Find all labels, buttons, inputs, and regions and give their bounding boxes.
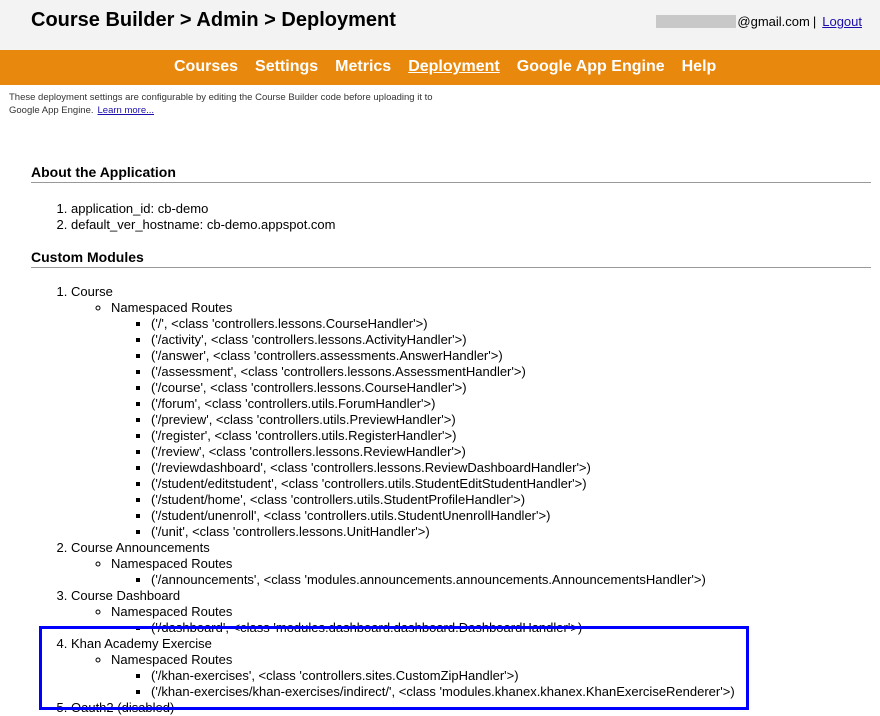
route-item: ('/announcements', <class 'modules.annou…	[151, 572, 871, 588]
nav-item-courses[interactable]: Courses	[174, 58, 238, 75]
nav-item-deployment[interactable]: Deployment	[408, 58, 500, 75]
nav-item-help[interactable]: Help	[682, 58, 717, 75]
route-item: ('/assessment', <class 'controllers.less…	[151, 364, 871, 380]
route-list: ('/announcements', <class 'modules.annou…	[111, 572, 871, 588]
about-item: application_id: cb-demo	[71, 201, 871, 217]
namespaced-routes-text: Namespaced Routes	[111, 300, 233, 315]
namespaced-routes-text: Namespaced Routes	[111, 604, 233, 619]
namespaced-routes-text: Namespaced Routes	[111, 556, 233, 571]
route-item: ('/course', <class 'controllers.lessons.…	[151, 380, 871, 396]
route-item: ('/student/home', <class 'controllers.ut…	[151, 492, 871, 508]
route-item: ('/answer', <class 'controllers.assessme…	[151, 348, 871, 364]
module-sublist: Namespaced Routes('/', <class 'controlle…	[71, 300, 871, 540]
nav-item-settings[interactable]: Settings	[255, 58, 318, 75]
note-text: These deployment settings are configurab…	[9, 92, 433, 116]
namespaced-routes-label: Namespaced Routes('/announcements', <cla…	[111, 556, 871, 588]
highlight-box	[39, 626, 749, 710]
route-item: ('/student/unenroll', <class 'controller…	[151, 508, 871, 524]
route-item: ('/preview', <class 'controllers.utils.P…	[151, 412, 871, 428]
page-title: Course Builder > Admin > Deployment	[31, 9, 396, 31]
module-name: Course Dashboard	[71, 588, 181, 603]
nav-item-metrics[interactable]: Metrics	[335, 58, 391, 75]
nav-items: Courses Settings Metrics Deployment Google A…	[174, 58, 733, 76]
account-separator: |	[812, 14, 817, 29]
module-sublist: Namespaced Routes('/announcements', <cla…	[71, 556, 871, 588]
route-item: ('/reviewdashboard', <class 'controllers…	[151, 460, 871, 476]
learn-more-link[interactable]: Learn more...	[98, 105, 155, 116]
route-item: ('/forum', <class 'controllers.utils.For…	[151, 396, 871, 412]
redacted-email-prefix	[656, 15, 737, 28]
namespaced-routes-label: Namespaced Routes('/', <class 'controlle…	[111, 300, 871, 540]
route-item: ('/', <class 'controllers.lessons.Course…	[151, 316, 871, 332]
about-item: default_ver_hostname: cb-demo.appspot.co…	[71, 217, 871, 233]
header-bar: Course Builder > Admin > Deployment @gma…	[0, 0, 880, 50]
about-list: application_id: cb-demodefault_ver_hostn…	[31, 201, 871, 233]
modules-heading: Custom Modules	[31, 249, 871, 268]
account-area: @gmail.com | Logout	[656, 14, 862, 29]
route-item: ('/register', <class 'controllers.utils.…	[151, 428, 871, 444]
module-name: Course Announcements	[71, 540, 210, 555]
about-heading: About the Application	[31, 164, 871, 183]
module-name: Course	[71, 284, 113, 299]
route-item: ('/student/editstudent', <class 'control…	[151, 476, 871, 492]
main-nav: Courses Settings Metrics Deployment Google A…	[0, 50, 880, 85]
route-item: ('/activity', <class 'controllers.lesson…	[151, 332, 871, 348]
nav-item-google-app-engine[interactable]: Google App Engine	[517, 58, 665, 75]
logout-link[interactable]: Logout	[822, 14, 862, 29]
route-item: ('/unit', <class 'controllers.lessons.Un…	[151, 524, 871, 540]
deployment-note: These deployment settings are configurab…	[9, 91, 439, 117]
module-item: Course AnnouncementsNamespaced Routes('/…	[71, 540, 871, 588]
email-suffix: @gmail.com	[737, 14, 810, 29]
route-list: ('/', <class 'controllers.lessons.Course…	[111, 316, 871, 540]
route-item: ('/review', <class 'controllers.lessons.…	[151, 444, 871, 460]
module-item: CourseNamespaced Routes('/', <class 'con…	[71, 284, 871, 540]
